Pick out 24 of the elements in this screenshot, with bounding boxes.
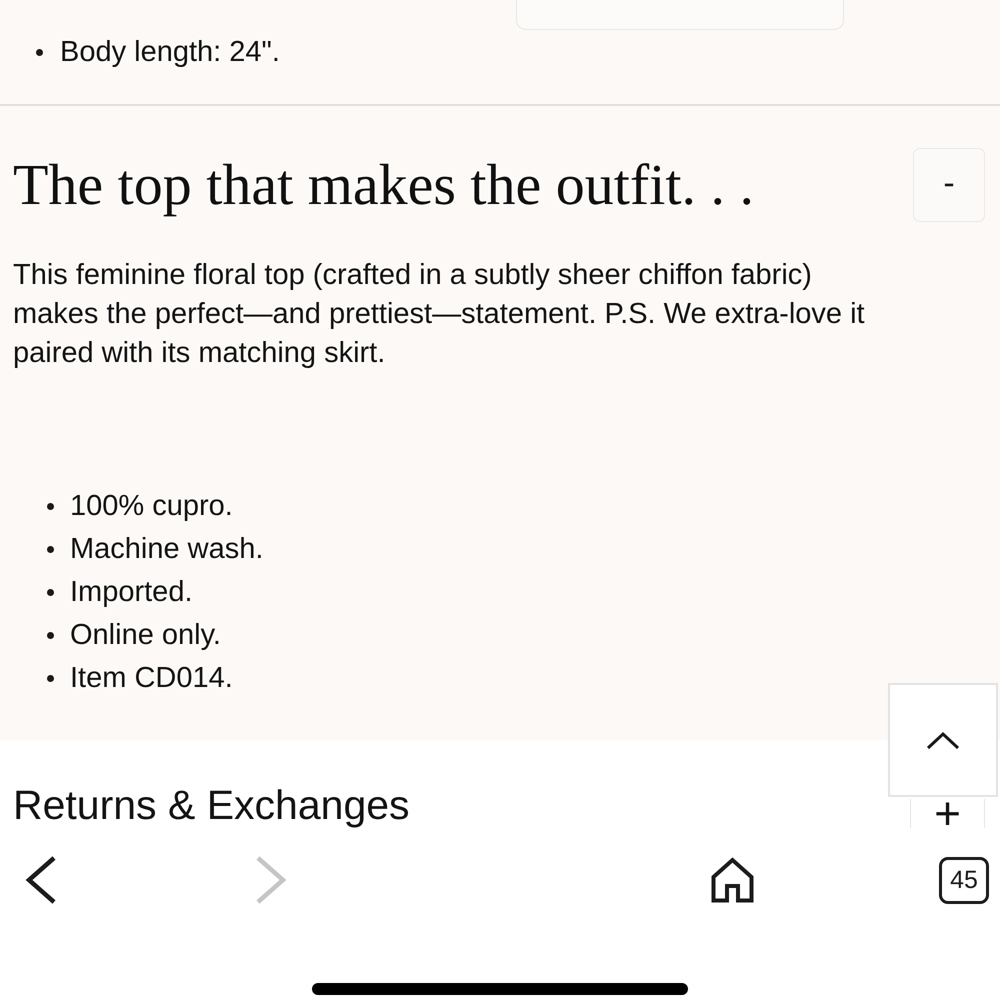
home-icon (711, 857, 754, 903)
detail-text: Item CD014. (70, 661, 233, 696)
bullet-icon (47, 546, 54, 553)
collapse-button[interactable]: - (913, 148, 985, 222)
detail-text: 100% cupro. (70, 489, 233, 524)
chevron-right-icon (255, 855, 288, 905)
section-heading: Returns & Exchanges (13, 783, 410, 827)
expand-button[interactable]: + (910, 799, 985, 828)
back-button[interactable] (25, 855, 58, 905)
bullet-icon (36, 49, 43, 56)
tabs-button[interactable]: 45 (939, 856, 989, 904)
bullet-icon (47, 675, 54, 682)
bullet-icon (47, 503, 54, 510)
home-button[interactable] (711, 857, 754, 903)
detail-text: Imported. (70, 575, 192, 610)
section-heading: The top that makes the outfit. . . (13, 154, 754, 216)
caret-up-icon (926, 730, 960, 750)
chevron-left-icon (25, 855, 58, 905)
bullet-icon (47, 632, 54, 639)
bullet-icon (47, 589, 54, 596)
detail-text: Online only. (70, 618, 221, 653)
spec-text: Body length: 24". (60, 35, 280, 70)
detail-text: Machine wash. (70, 532, 264, 567)
description-paragraph: This feminine floral top (crafted in a subtly sheer chiffon fabric) makes the perfect—and prettiest—statement. P.S. We extra-love it paired with its matching skirt. (13, 258, 866, 371)
